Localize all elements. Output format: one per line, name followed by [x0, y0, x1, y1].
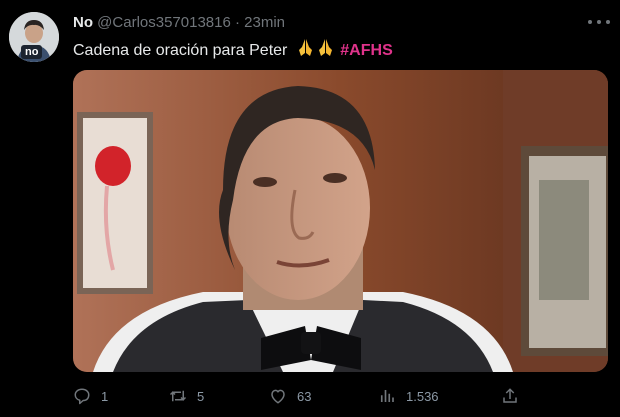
share-button[interactable] — [501, 384, 529, 408]
tweet-body: Cadena de oración para Peter — [73, 42, 288, 59]
reply-button[interactable]: 1 — [73, 384, 108, 408]
views-icon — [380, 390, 394, 402]
reply-count: 1 — [101, 388, 109, 404]
tweet[interactable]: no No @Carlos357013816 · 23min Cadena de… — [0, 0, 620, 417]
display-name[interactable]: No — [73, 14, 93, 31]
praying-hands-emoji-image: 🙏🙏 — [298, 39, 332, 56]
like-count: 63 — [297, 388, 312, 404]
tweet-header: No @Carlos357013816 · 23min — [73, 14, 285, 31]
retweet-count: 5 — [197, 388, 205, 404]
avatar[interactable]: no — [9, 12, 59, 62]
retweet-button[interactable]: 5 — [169, 384, 204, 408]
more-dot — [588, 20, 592, 24]
tweet-photo — [73, 70, 608, 372]
user-handle[interactable]: @Carlos357013816 — [97, 14, 231, 31]
avatar-label: no — [21, 45, 43, 59]
tweet-image[interactable] — [73, 70, 608, 372]
timestamp[interactable]: 23min — [244, 14, 285, 31]
more-dot — [597, 20, 601, 24]
hashtag-link[interactable]: #AFHS — [340, 42, 392, 59]
tweet-text: Cadena de oración para Peter 🙏🙏 #AFHS — [73, 38, 393, 63]
views-count: 1.536 — [406, 388, 439, 404]
like-button[interactable]: 63 — [269, 384, 311, 408]
more-options-icon[interactable] — [588, 12, 610, 32]
share-icon — [503, 388, 517, 403]
views-button[interactable]: 1.536 — [378, 384, 439, 408]
reply-icon — [74, 388, 90, 405]
more-dot — [606, 20, 610, 24]
retweet-icon — [169, 390, 187, 402]
separator-dot: · — [235, 14, 240, 31]
praying-hands-emoji-icon: 🙏🙏 — [296, 38, 336, 63]
action-bar: 1 5 63 1.536 — [73, 384, 608, 408]
heart-icon — [271, 389, 285, 404]
